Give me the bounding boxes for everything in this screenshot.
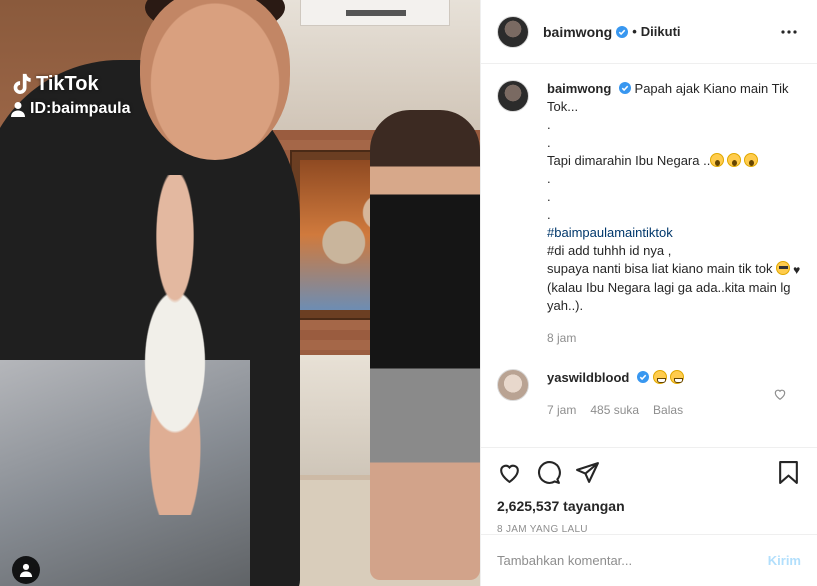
cool-emoji-icon [776, 261, 791, 275]
following-button[interactable]: Diikuti [641, 24, 681, 39]
caption-line-supaya: supaya nanti bisa liat kiano main tik to… [547, 261, 773, 276]
author-avatar[interactable] [497, 80, 529, 112]
verified-badge-icon [618, 82, 631, 94]
comment-composer: Kirim [481, 534, 817, 586]
scene-air-conditioner [300, 0, 450, 26]
comments-list[interactable]: baimwong Papah ajak Kiano main Tik Tok..… [481, 64, 817, 446]
tagged-users-button[interactable] [12, 556, 40, 584]
comment-time[interactable]: 7 jam [547, 401, 576, 419]
view-count[interactable]: 2,625,537 tayangan [497, 498, 801, 514]
tiktok-brand: TikTok [36, 72, 99, 95]
commenter-avatar[interactable] [497, 369, 529, 401]
author-username[interactable]: baimwong [543, 24, 612, 40]
caption-time[interactable]: 8 jam [547, 329, 576, 347]
like-heart-icon[interactable] [497, 460, 522, 485]
scream-emoji-icon [744, 153, 759, 167]
grin-emoji-icon [652, 370, 667, 384]
post-sidebar: baimwong • Diikuti baimwong Papah ajak K… [480, 0, 817, 586]
grin-emoji-icon [669, 370, 684, 384]
verified-badge-icon [636, 371, 649, 383]
caption-line-3: . [547, 135, 551, 150]
verified-badge-icon [616, 25, 629, 38]
header-separator: • [632, 24, 637, 39]
comment-bubble-icon[interactable] [536, 460, 561, 485]
person-icon [19, 563, 33, 577]
black-heart-emoji-icon: ♥ [793, 263, 801, 277]
caption-line-2: . [547, 117, 551, 132]
post-actions: 2,625,537 tayangan 8 JAM YANG LALU [481, 447, 817, 535]
more-options-button[interactable] [777, 20, 801, 44]
scream-emoji-icon [727, 153, 742, 167]
caption: baimwong Papah ajak Kiano main Tik Tok..… [497, 80, 801, 347]
person-icon [11, 102, 25, 117]
commenter-username[interactable]: yaswildblood [547, 370, 629, 385]
scream-emoji-icon [710, 153, 725, 167]
tiktok-logo-icon [13, 73, 31, 94]
author-avatar[interactable] [497, 15, 529, 48]
bookmark-icon[interactable] [776, 460, 801, 485]
scene-baby [95, 175, 255, 515]
more-dots-icon [781, 29, 797, 34]
scene-woman [370, 110, 480, 580]
caption-line-5: . [547, 171, 551, 186]
caption-line-add: #di add tuhhh id nya , [547, 243, 672, 258]
post-comment-button[interactable]: Kirim [768, 553, 801, 568]
tiktok-id: ID:baimpaula [30, 100, 131, 117]
comment-input[interactable] [497, 553, 768, 568]
caption-line-6: . [547, 189, 551, 204]
comment-item: yaswildblood 7 jam 485 suka Balas [497, 369, 801, 419]
post-video[interactable]: TikTok ID:baimpaula [0, 0, 480, 586]
caption-line-7: . [547, 207, 551, 222]
caption-line-4: Tapi dimarahin Ibu Negara .. [547, 152, 801, 170]
comment-like-heart-icon[interactable] [773, 387, 787, 401]
tiktok-watermark: TikTok ID:baimpaula [10, 72, 130, 118]
post-header: baimwong • Diikuti [481, 0, 817, 64]
reply-button[interactable]: Balas [653, 401, 683, 419]
comment-likes[interactable]: 485 suka [590, 401, 639, 419]
caption-line-kalau: (kalau Ibu Negara lagi ga ada..kita main… [547, 280, 791, 313]
share-paper-plane-icon[interactable] [575, 460, 600, 485]
caption-username[interactable]: baimwong [547, 81, 611, 96]
hashtag-link[interactable]: #baimpaulamaintiktok [547, 224, 801, 242]
